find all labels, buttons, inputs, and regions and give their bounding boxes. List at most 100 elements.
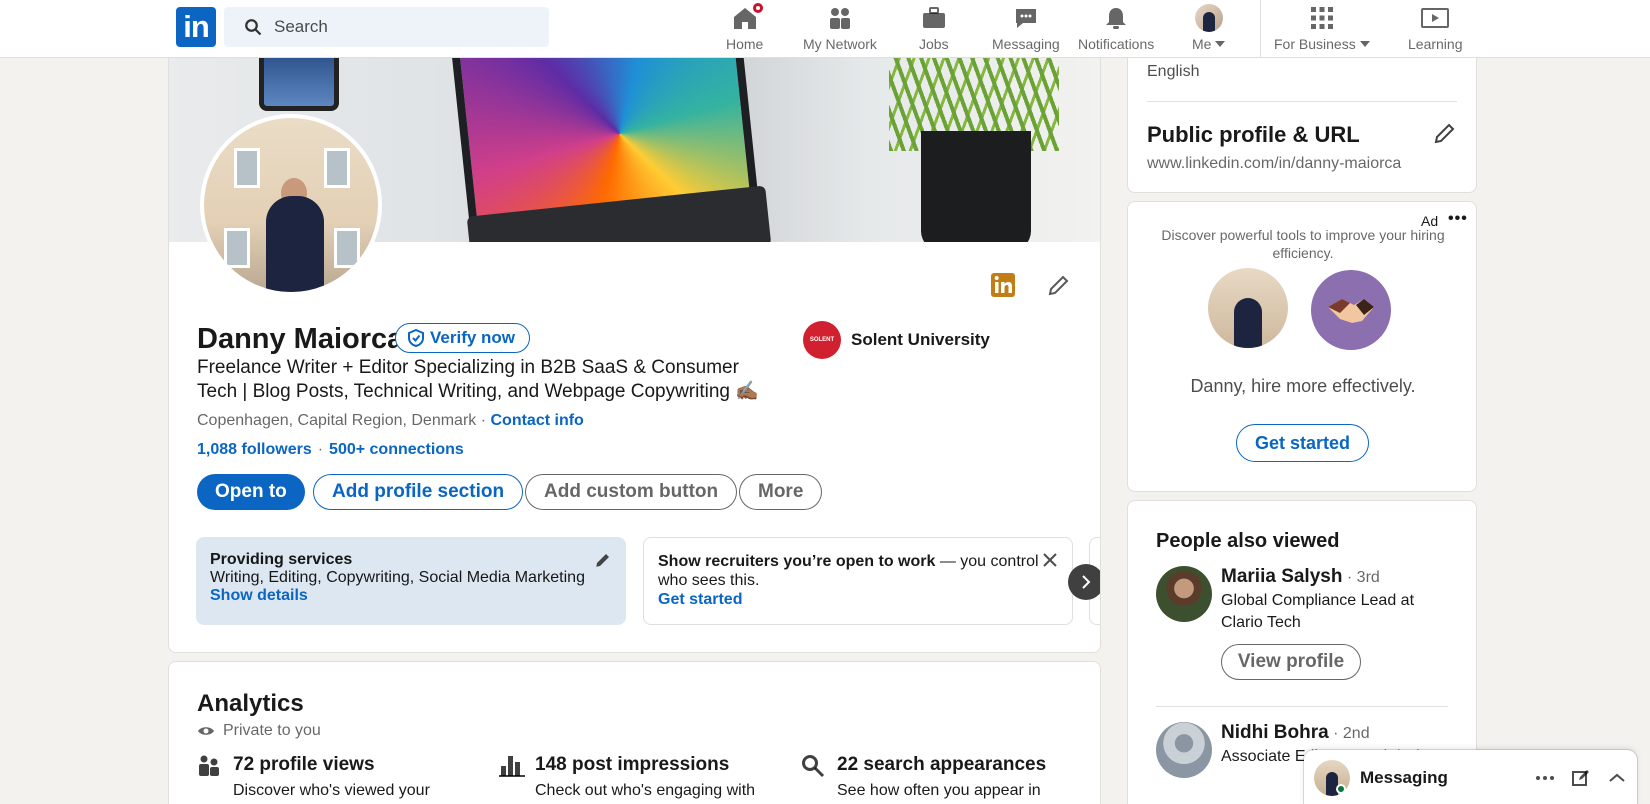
contact-info-link[interactable]: Contact info	[491, 412, 584, 429]
analytics-sub: See how often you appear in	[837, 782, 1041, 799]
analytics-headline: 148 post impressions	[535, 754, 730, 775]
nav-label: Notifications	[1078, 36, 1155, 52]
search-bar[interactable]	[224, 7, 549, 47]
verify-now-button[interactable]: Verify now	[395, 323, 531, 353]
public-profile-title: Public profile & URL	[1147, 122, 1360, 147]
search-icon	[245, 19, 262, 36]
people-icon	[826, 4, 854, 32]
avatar[interactable]	[1156, 566, 1212, 622]
more-button[interactable]: More	[739, 474, 823, 510]
eye-icon	[198, 727, 214, 735]
profile-headline: Freelance Writer + Editor Specializing i…	[197, 357, 759, 402]
ad-get-started-button[interactable]: Get started	[1236, 424, 1370, 462]
nav-label: My Network	[803, 36, 877, 52]
solent-logo: SOLENT	[803, 321, 841, 359]
handshake-icon	[1311, 270, 1391, 350]
notification-badge	[750, 1, 765, 15]
connection-degree: · 2nd	[1333, 725, 1370, 742]
messaging-bar[interactable]: Messaging	[1304, 750, 1637, 804]
banner-phone	[259, 51, 339, 111]
providing-services-card[interactable]: Providing services Writing, Editing, Cop…	[196, 537, 626, 625]
next-carousel-button[interactable]	[1068, 564, 1100, 600]
analytics-headline: 72 profile views	[233, 754, 375, 775]
pencil-icon	[1434, 123, 1455, 144]
list-item: Mariia Salysh · 3rd Global Compliance Le…	[1156, 566, 1451, 680]
privacy-note: Private to you	[197, 722, 321, 740]
chevron-up-icon[interactable]	[1607, 768, 1627, 788]
search-appearances-item[interactable]: 22 search appearances See how often you a…	[801, 754, 1046, 800]
person-headline: Global Compliance Lead at Clario Tech	[1221, 592, 1415, 631]
analytics-sub: Check out who's engaging with	[535, 782, 756, 799]
person-name[interactable]: Mariia Salysh	[1221, 566, 1342, 587]
nav-notifications[interactable]: Notifications	[1078, 4, 1154, 54]
profile-language: English	[1147, 63, 1200, 80]
nav-learning[interactable]: Learning	[1408, 4, 1463, 54]
edit-public-profile-button[interactable]	[1425, 113, 1465, 153]
nav-label: Jobs	[919, 36, 949, 52]
profile-card: Danny Maiorca Verify now Freelance Write…	[168, 50, 1101, 653]
school-name: Solent University	[851, 330, 990, 349]
search-icon	[801, 754, 829, 800]
home-icon	[731, 1, 765, 32]
nav-label: Home	[726, 36, 764, 52]
avatar[interactable]	[1156, 722, 1212, 778]
analytics-card: Analytics Private to you 72 profile view…	[168, 661, 1101, 804]
nav-label: Learning	[1408, 36, 1463, 52]
nav-me[interactable]: Me	[1192, 4, 1226, 54]
edit-intro-button[interactable]	[1039, 265, 1079, 305]
close-icon[interactable]	[1042, 552, 1058, 573]
people-icon	[197, 754, 225, 800]
ad-text: Discover powerful tools to improve your …	[1161, 227, 1445, 261]
bar-chart-icon	[499, 754, 527, 800]
nav-label: For Business	[1274, 36, 1356, 52]
avatar	[1208, 268, 1288, 348]
people-also-viewed-title: People also viewed	[1156, 530, 1340, 552]
nav-messaging[interactable]: Messaging	[992, 4, 1060, 54]
search-input[interactable]	[274, 17, 534, 37]
person-name[interactable]: Nidhi Bohra	[1221, 722, 1329, 743]
top-nav: in Home My Network Jobs Messaging Notifi…	[0, 0, 1650, 58]
linkedin-logo-icon[interactable]: in	[176, 7, 216, 47]
view-profile-button[interactable]: View profile	[1221, 644, 1361, 680]
linkedin-badge-icon[interactable]	[983, 265, 1023, 305]
open-to-button[interactable]: Open to	[197, 474, 305, 510]
caret-down-icon	[1215, 41, 1226, 47]
briefcase-icon	[920, 4, 948, 32]
profile-name: Danny Maiorca	[197, 323, 404, 355]
nav-home[interactable]: Home	[726, 1, 765, 54]
services-title: Providing services	[210, 551, 353, 568]
avatar	[1194, 4, 1223, 32]
public-profile-url: www.linkedin.com/in/danny-maiorca	[1147, 155, 1402, 172]
add-custom-button[interactable]: Add custom button	[525, 474, 738, 510]
caret-down-icon	[1359, 41, 1370, 47]
profile-photo[interactable]	[200, 114, 382, 296]
online-status-dot	[1336, 784, 1346, 794]
analytics-headline: 22 search appearances	[837, 754, 1047, 775]
location-text: Copenhagen, Capital Region, Denmark	[197, 412, 477, 429]
divider	[1147, 101, 1457, 102]
messaging-label: Messaging	[1360, 768, 1448, 787]
ad-message: Danny, hire more effectively.	[1190, 376, 1416, 396]
nav-for-business[interactable]: For Business	[1274, 4, 1370, 54]
play-icon	[1421, 4, 1450, 32]
open-to-work-card: Show recruiters you’re open to work — yo…	[643, 537, 1073, 625]
nav-my-network[interactable]: My Network	[803, 4, 877, 54]
connections-link[interactable]: 500+ connections	[329, 441, 464, 458]
nav-jobs[interactable]: Jobs	[919, 4, 949, 54]
get-started-link[interactable]: Get started	[658, 591, 742, 608]
bell-icon	[1102, 4, 1130, 32]
profile-views-item[interactable]: 72 profile views Discover who's viewed yo…	[197, 754, 430, 800]
more-options-icon[interactable]	[1535, 768, 1555, 788]
compose-icon[interactable]	[1571, 768, 1591, 788]
school-link[interactable]: SOLENT Solent University	[803, 321, 990, 359]
profile-stats: 1,088 followers · 500+ connections	[197, 441, 464, 458]
nav-label: Messaging	[992, 36, 1060, 52]
pencil-icon	[1048, 275, 1069, 296]
post-impressions-item[interactable]: 148 post impressions Check out who's enga…	[499, 754, 755, 800]
show-details-link[interactable]: Show details	[210, 587, 308, 604]
pencil-icon[interactable]	[594, 551, 612, 574]
divider	[1156, 706, 1448, 707]
add-profile-section-button[interactable]: Add profile section	[313, 474, 524, 510]
followers-link[interactable]: 1,088 followers	[197, 441, 312, 458]
chat-icon	[1012, 4, 1040, 32]
